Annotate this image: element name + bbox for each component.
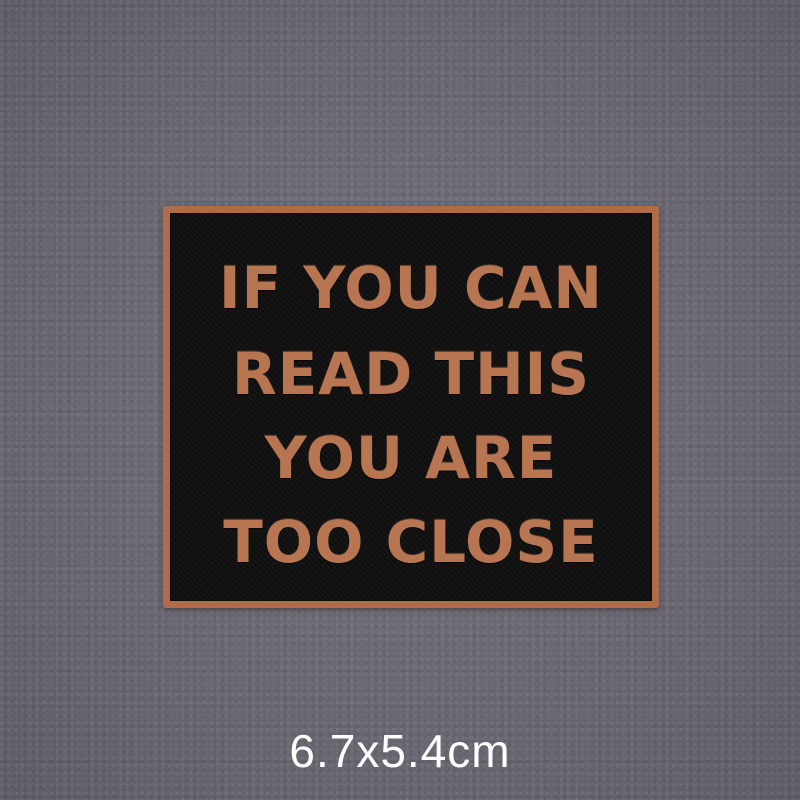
- product-photo: IF YOU CAN READ THIS YOU ARE TOO CLOSE 6…: [0, 0, 800, 800]
- patch-text-line-4: TOO CLOSE: [223, 508, 599, 576]
- embroidered-patch: IF YOU CAN READ THIS YOU ARE TOO CLOSE: [163, 206, 659, 608]
- patch-text-line-2: READ THIS: [232, 340, 590, 408]
- patch-text-line-1: IF YOU CAN: [219, 254, 603, 322]
- size-caption: 6.7x5.4cm: [289, 725, 511, 777]
- patch-text-line-3: YOU ARE: [264, 424, 558, 492]
- patch-text-block: IF YOU CAN READ THIS YOU ARE TOO CLOSE: [170, 213, 652, 601]
